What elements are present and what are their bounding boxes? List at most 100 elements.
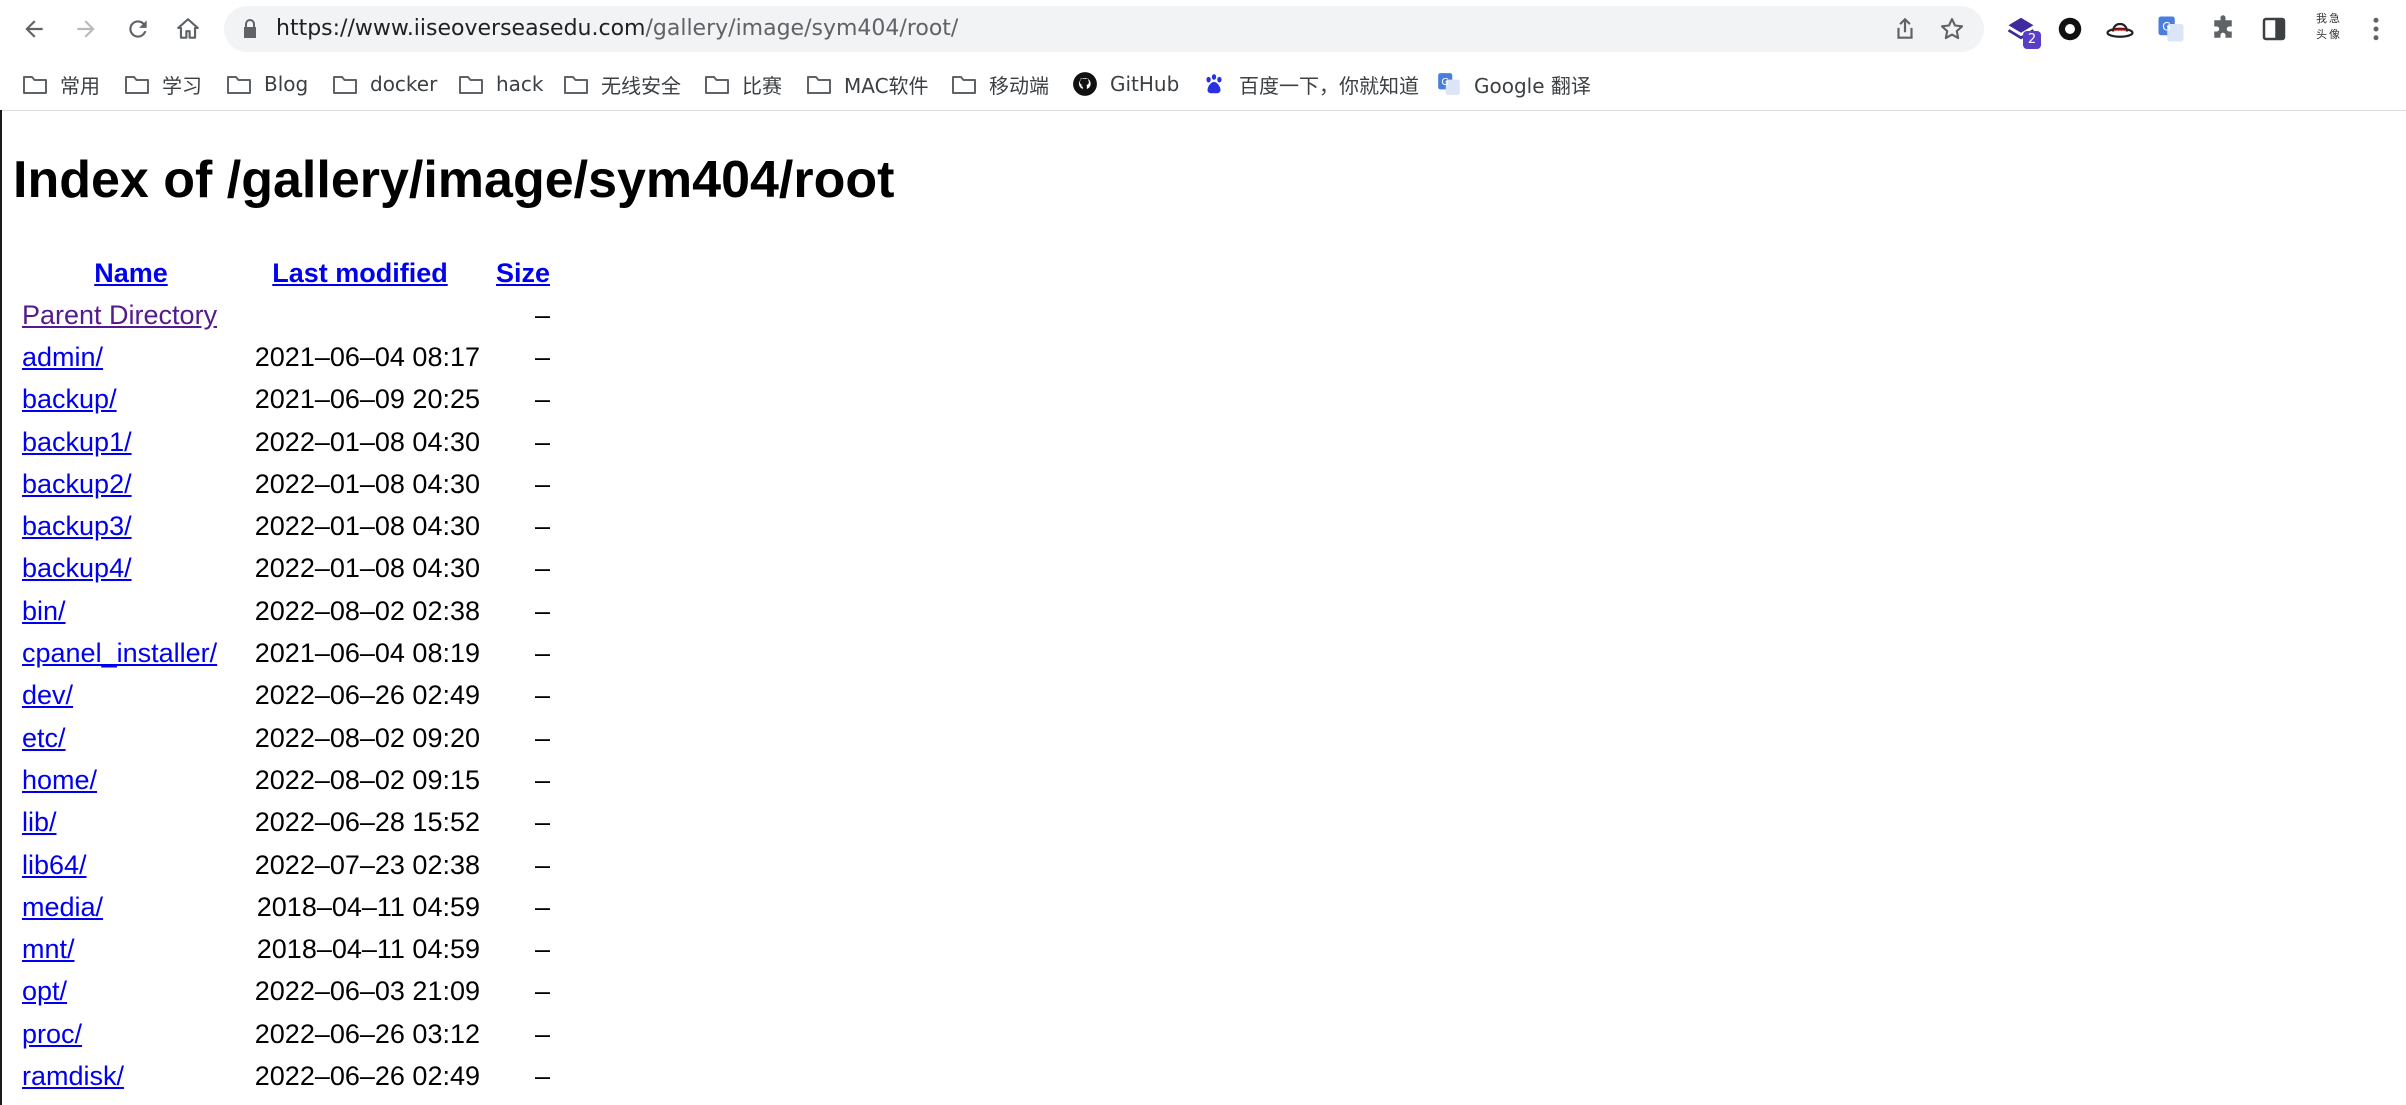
home-button[interactable] [168, 9, 208, 49]
lock-icon[interactable] [238, 17, 262, 41]
directory-link[interactable]: mnt/ [22, 934, 75, 964]
url-path: /gallery/image/sym404/root/ [645, 16, 959, 41]
size-cell: – [534, 426, 550, 457]
bookmark-item[interactable]: 常用 [22, 64, 100, 104]
bookmark-item[interactable]: 比赛 [704, 64, 782, 104]
extensions-menu-button[interactable] [2205, 11, 2241, 47]
size-cell: – [534, 468, 550, 499]
bookmark-item[interactable]: 移动端 [951, 64, 1049, 104]
directory-link[interactable]: proc/ [22, 1019, 82, 1049]
name-cell: home/ [22, 759, 240, 801]
name-cell: ramdisk/ [22, 1055, 240, 1097]
google-translate-icon: G [1438, 73, 1460, 95]
directory-link[interactable]: backup1/ [22, 427, 132, 457]
bookmark-item[interactable]: 无线安全 [563, 64, 681, 104]
back-button[interactable] [14, 9, 54, 49]
size-cell: – [534, 341, 550, 372]
folder-icon [23, 76, 47, 94]
modified-cell: 2022–08–02 09:15 [254, 764, 480, 795]
directory-link[interactable]: etc/ [22, 723, 66, 753]
size-cell: – [534, 891, 550, 922]
name-cell: dev/ [22, 675, 240, 717]
directory-link[interactable]: backup3/ [22, 511, 132, 541]
content-left-border [0, 110, 2, 1105]
bookmark-star-icon[interactable] [1938, 15, 1966, 43]
sort-by-size-link[interactable]: Size [496, 258, 550, 288]
home-icon [177, 18, 199, 39]
url-text[interactable]: https://www.iiseoverseasedu.com/gallery/… [276, 6, 958, 52]
bookmark-item[interactable]: GitHub [1072, 64, 1179, 104]
directory-link[interactable]: backup/ [22, 384, 117, 414]
sort-by-name-link[interactable]: Name [94, 258, 168, 288]
profile-label: 我急头像 [2316, 12, 2342, 41]
directory-link[interactable]: opt/ [22, 976, 67, 1006]
name-cell: backup4/ [22, 548, 240, 590]
size-cell: – [534, 595, 550, 626]
directory-link[interactable]: lib/ [22, 807, 57, 837]
folder-icon [333, 76, 357, 94]
bookmark-label: 学习 [162, 73, 202, 98]
size-cell: – [534, 807, 550, 838]
url-host: https://www.iiseoverseasedu.com [276, 16, 646, 41]
directory-link[interactable]: media/ [22, 892, 103, 922]
bookmark-item[interactable]: 学习 [124, 64, 202, 104]
extension-button-2[interactable] [2052, 11, 2088, 47]
folder-icon [227, 76, 251, 94]
directory-link[interactable]: home/ [22, 765, 97, 795]
forward-button[interactable] [66, 9, 106, 49]
reload-button[interactable] [118, 9, 158, 49]
directory-link[interactable]: admin/ [22, 342, 103, 372]
directory-link[interactable]: backup2/ [22, 469, 132, 499]
bookmark-item[interactable]: Blog [226, 64, 308, 104]
share-icon[interactable] [1892, 16, 1918, 42]
modified-cell: 2018–04–11 04:59 [256, 891, 480, 922]
bookmark-item[interactable]: hack [458, 64, 544, 104]
github-icon [1073, 72, 1097, 96]
modified-cell: 2022–01–08 04:30 [254, 468, 480, 499]
svg-text:G: G [2162, 20, 2171, 33]
table-row: bin/2022–08–02 02:38 – [22, 590, 550, 632]
table-row: dev/2022–06–26 02:49 – [22, 675, 550, 717]
bookmark-item[interactable]: docker [332, 64, 437, 104]
directory-link[interactable]: cpanel_installer/ [22, 638, 217, 668]
modified-cell: 2022–08–02 02:38 [254, 595, 480, 626]
modified-column-header: Last modified [240, 252, 480, 294]
parent-directory-row: Parent Directory – [22, 294, 550, 336]
table-row: lib64/2022–07–23 02:38 – [22, 844, 550, 886]
extension-button-1[interactable]: 2 [2003, 11, 2041, 49]
parent-directory-link[interactable]: Parent Directory [22, 300, 217, 330]
modified-cell: 2022–06–03 21:09 [254, 976, 480, 1007]
bookmark-item[interactable]: MAC软件 [806, 64, 929, 104]
profile-avatar[interactable]: 我急头像 [2311, 11, 2347, 47]
ring-extension-icon [2058, 17, 2082, 41]
table-row: media/2018–04–11 04:59 – [22, 886, 550, 928]
back-arrow-icon [25, 20, 43, 38]
browser-menu-button[interactable] [2358, 11, 2394, 47]
modified-cell: 2022–01–08 04:30 [254, 426, 480, 457]
directory-link[interactable]: dev/ [22, 680, 73, 710]
name-cell: Parent Directory [22, 294, 240, 336]
folder-icon [952, 76, 976, 94]
sort-by-modified-link[interactable]: Last modified [272, 258, 448, 288]
directory-link[interactable]: ramdisk/ [22, 1061, 124, 1091]
bookmark-label: 常用 [60, 73, 100, 98]
size-cell: – [534, 511, 550, 542]
size-cell: – [534, 299, 550, 330]
svg-text:G: G [1441, 77, 1449, 88]
modified-cell: 2022–01–08 04:30 [254, 511, 480, 542]
extension-button-4[interactable]: G [2153, 11, 2189, 47]
address-bar[interactable]: https://www.iiseoverseasedu.com/gallery/… [224, 6, 1984, 52]
directory-link[interactable]: lib64/ [22, 850, 87, 880]
directory-listing-table: Name Last modified Size Parent Directory… [22, 252, 550, 1098]
side-panel-button[interactable] [2256, 11, 2292, 47]
name-cell: backup2/ [22, 463, 240, 505]
bookmark-item[interactable]: 百度一下，你就知道 [1201, 64, 1419, 104]
extension-button-3[interactable] [2102, 11, 2138, 47]
directory-link[interactable]: bin/ [22, 596, 66, 626]
directory-link[interactable]: backup4/ [22, 553, 132, 583]
table-row: proc/2022–06–26 03:12 – [22, 1013, 550, 1055]
table-row: lib/2022–06–28 15:52 – [22, 802, 550, 844]
puzzle-icon [2214, 15, 2232, 38]
size-cell: – [534, 638, 550, 669]
bookmark-item[interactable]: G Google 翻译 [1436, 64, 1591, 104]
